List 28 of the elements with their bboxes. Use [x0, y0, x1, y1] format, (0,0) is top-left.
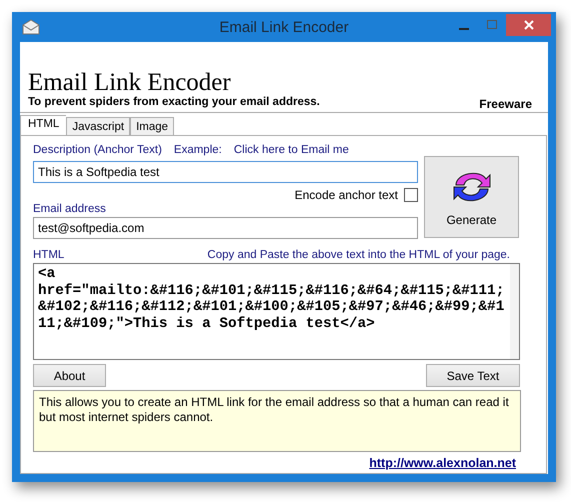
- license-label: Freeware: [479, 97, 532, 111]
- description-label: Description (Anchor Text): [33, 144, 162, 158]
- window-title: Email Link Encoder: [219, 18, 349, 36]
- save-text-button[interactable]: Save Text: [426, 364, 520, 387]
- envelope-icon: [22, 19, 40, 35]
- tab[interactable]: Javascript: [66, 117, 130, 135]
- subtitle: To prevent spiders from exacting your email address.: [28, 96, 320, 108]
- tab[interactable]: Image: [130, 117, 174, 135]
- encode-anchor-label: Encode anchor text: [294, 188, 398, 202]
- app-title: Email Link Encoder: [28, 69, 231, 96]
- copy-hint: Copy and Paste the above text into the HTML of your page.: [207, 249, 510, 261]
- encode-anchor-checkbox[interactable]: [404, 188, 418, 202]
- html-label: HTML: [33, 249, 64, 261]
- close-icon: [524, 20, 534, 30]
- example-text: Click here to Email me: [234, 144, 349, 158]
- close-button[interactable]: [506, 14, 551, 36]
- info-text: This allows you to create an HTML link for the email address so that a human can read it but most internet spiders cannot.: [33, 390, 521, 452]
- example-label: Example:: [174, 144, 222, 158]
- website-link[interactable]: http://www.alexnolan.net: [369, 456, 516, 470]
- description-field[interactable]: This is a Softpedia test: [33, 161, 418, 183]
- html-code-field[interactable]: <a href="mailto:&#116;&#101;&#115;&#116;&#64;&#115;&#111;&#102;&#116;&#112;&#101;&#100;&#105;&#97;&#46;&#99;&#111;&#109;">This is a Softpedia test</a>: [33, 263, 520, 360]
- email-field[interactable]: test@softpedia.com: [33, 217, 418, 239]
- about-button[interactable]: About: [33, 364, 106, 387]
- minimize-icon: [459, 28, 469, 30]
- generate-button[interactable]: Generate: [424, 156, 519, 238]
- email-label: Email address: [33, 203, 107, 215]
- maximize-icon: [487, 20, 497, 30]
- tab[interactable]: HTML: [20, 115, 66, 135]
